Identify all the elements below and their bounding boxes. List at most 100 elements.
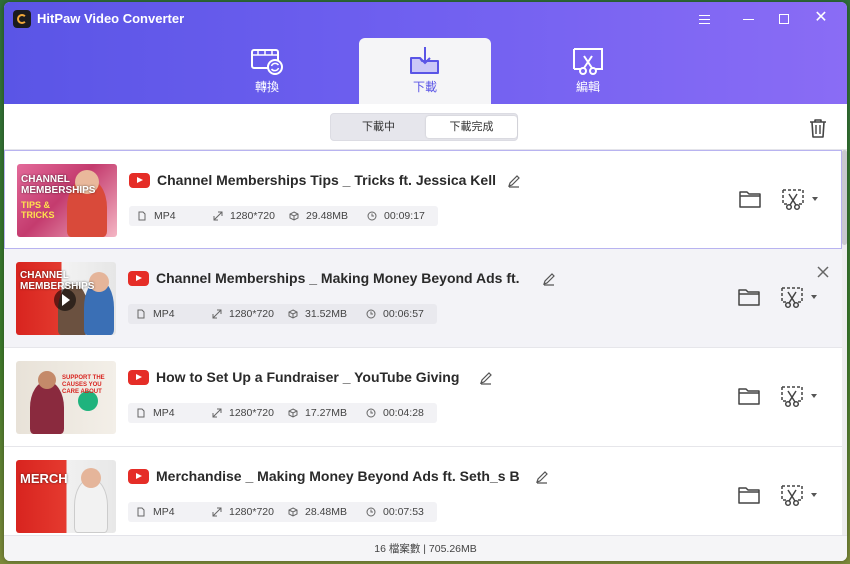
video-meta: MP4 1280*720 17.27MB 00:04:28 xyxy=(128,403,437,423)
list-item[interactable]: CHANNEL MEMBERSHIPS TIPS & TRICKS Channe… xyxy=(4,150,842,249)
maximize-button[interactable] xyxy=(770,7,798,29)
video-format: MP4 xyxy=(153,506,175,518)
scissors-edit-icon[interactable] xyxy=(780,483,804,507)
clock-icon xyxy=(367,211,377,221)
video-thumbnail: CHANNEL MEMBERSHIPS TIPS & TRICKS xyxy=(17,164,117,237)
scissors-edit-icon xyxy=(573,48,603,75)
video-thumbnail: SUPPORT THE CAUSES YOU CARE ABOUT xyxy=(16,361,116,434)
video-meta: MP4 1280*720 31.52MB 00:06:57 xyxy=(128,304,437,324)
youtube-icon xyxy=(128,271,149,286)
menu-icon[interactable] xyxy=(690,7,718,29)
header: HitPaw Video Converter ✕ 轉換 下載 編輯 xyxy=(4,2,847,104)
video-title: Channel Memberships _ Making Money Beyon… xyxy=(156,270,520,286)
video-duration: 00:07:53 xyxy=(383,506,424,518)
thumbnail-caption: MERCH xyxy=(20,471,68,486)
video-meta: MP4 1280*720 28.48MB 00:07:53 xyxy=(128,502,437,522)
list-item[interactable]: MERCH Merchandise _ Making Money Beyond … xyxy=(4,447,842,535)
folder-icon[interactable] xyxy=(739,189,761,209)
list-scrollbar[interactable] xyxy=(842,150,847,535)
downloading-tab[interactable]: 下載中 xyxy=(333,116,424,138)
video-title: Channel Memberships Tips _ Tricks ft. Je… xyxy=(157,172,496,188)
tab-edit-label: 編輯 xyxy=(575,80,600,94)
video-resolution: 1280*720 xyxy=(230,210,275,222)
film-convert-icon xyxy=(251,49,283,75)
scrollbar-thumb[interactable] xyxy=(842,150,847,245)
thumbnail-caption: CHANNEL MEMBERSHIPS xyxy=(20,270,95,292)
thumbnail-caption: SUPPORT THE CAUSES YOU CARE ABOUT xyxy=(62,375,105,395)
video-duration: 00:04:28 xyxy=(383,407,424,419)
video-format: MP4 xyxy=(154,210,176,222)
file-icon xyxy=(137,309,145,319)
app-window: HitPaw Video Converter ✕ 轉換 下載 編輯 下載中 下載… xyxy=(4,2,847,561)
video-duration: 00:06:57 xyxy=(383,308,424,320)
video-thumbnail: CHANNEL MEMBERSHIPS xyxy=(16,262,116,335)
folder-icon[interactable] xyxy=(738,386,760,406)
chevron-down-icon[interactable] xyxy=(811,394,817,398)
size-icon xyxy=(288,309,298,319)
thumbnail-caption: CHANNEL MEMBERSHIPS xyxy=(21,174,96,196)
chevron-down-icon[interactable] xyxy=(811,493,817,497)
video-format: MP4 xyxy=(153,407,175,419)
video-resolution: 1280*720 xyxy=(229,506,274,518)
video-size: 17.27MB xyxy=(305,407,348,419)
video-title: How to Set Up a Fundraiser _ YouTube Giv… xyxy=(156,369,460,385)
clock-icon xyxy=(366,408,376,418)
tab-convert[interactable]: 轉換 xyxy=(201,38,333,104)
video-format: MP4 xyxy=(153,308,175,320)
scissors-edit-icon[interactable] xyxy=(781,187,805,211)
youtube-icon xyxy=(128,469,149,484)
clock-icon xyxy=(366,507,376,517)
folder-icon[interactable] xyxy=(738,287,760,307)
resolution-icon xyxy=(213,211,223,221)
size-icon xyxy=(288,408,298,418)
video-duration: 00:09:17 xyxy=(384,210,425,222)
status-footer: 16 檔案數 | 705.26MB xyxy=(4,535,847,561)
video-thumbnail: MERCH xyxy=(16,460,116,533)
folder-icon[interactable] xyxy=(738,485,760,505)
title-bar: HitPaw Video Converter ✕ xyxy=(4,2,847,34)
list-item[interactable]: CHANNEL MEMBERSHIPS Channel Memberships … xyxy=(4,249,842,348)
thumbnail-caption-2: TIPS & TRICKS xyxy=(21,200,55,220)
edit-title-icon[interactable] xyxy=(507,174,521,188)
video-meta: MP4 1280*720 29.48MB 00:09:17 xyxy=(129,206,438,226)
youtube-icon xyxy=(128,370,149,385)
list-item[interactable]: SUPPORT THE CAUSES YOU CARE ABOUT How to… xyxy=(4,348,842,447)
close-window-button[interactable]: ✕ xyxy=(807,7,835,29)
resolution-icon xyxy=(212,408,222,418)
tab-edit[interactable]: 編輯 xyxy=(522,38,654,104)
file-icon xyxy=(138,211,146,221)
download-status-toggle: 下載中 下載完成 xyxy=(330,113,518,141)
video-size: 28.48MB xyxy=(305,506,348,518)
video-title: Merchandise _ Making Money Beyond Ads ft… xyxy=(156,468,520,484)
app-title: HitPaw Video Converter xyxy=(37,11,185,26)
video-size: 29.48MB xyxy=(306,210,349,222)
chevron-down-icon[interactable] xyxy=(811,295,817,299)
tab-download[interactable]: 下載 xyxy=(359,38,491,104)
sub-toolbar: 下載中 下載完成 xyxy=(4,104,847,150)
scissors-edit-icon[interactable] xyxy=(780,285,804,309)
size-icon xyxy=(289,211,299,221)
finished-tab[interactable]: 下載完成 xyxy=(426,116,517,138)
tab-download-label: 下載 xyxy=(412,80,437,94)
file-icon xyxy=(137,507,145,517)
video-resolution: 1280*720 xyxy=(229,308,274,320)
file-icon xyxy=(137,408,145,418)
close-icon[interactable] xyxy=(816,265,830,279)
download-folder-icon xyxy=(410,47,439,74)
download-list: CHANNEL MEMBERSHIPS TIPS & TRICKS Channe… xyxy=(4,150,842,535)
chevron-down-icon[interactable] xyxy=(812,197,818,201)
scissors-edit-icon[interactable] xyxy=(780,384,804,408)
tab-convert-label: 轉換 xyxy=(254,80,279,94)
video-resolution: 1280*720 xyxy=(229,407,274,419)
edit-title-icon[interactable] xyxy=(535,470,549,484)
youtube-icon xyxy=(129,173,150,188)
minimize-button[interactable] xyxy=(734,7,762,29)
resolution-icon xyxy=(212,309,222,319)
app-logo-icon xyxy=(13,10,31,28)
resolution-icon xyxy=(212,507,222,517)
video-size: 31.52MB xyxy=(305,308,348,320)
edit-title-icon[interactable] xyxy=(542,272,556,286)
clock-icon xyxy=(366,309,376,319)
edit-title-icon[interactable] xyxy=(479,371,493,385)
trash-icon[interactable] xyxy=(807,117,829,139)
